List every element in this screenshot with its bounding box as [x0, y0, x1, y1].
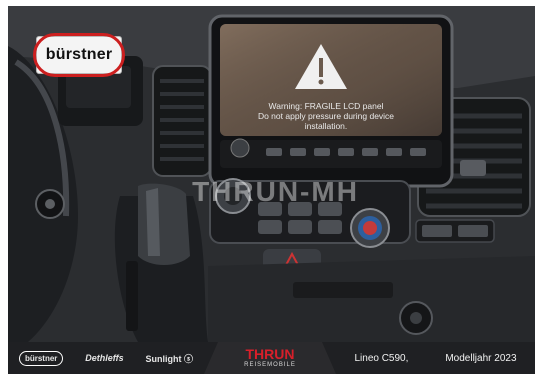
thrun-logo-title: THRUN	[245, 346, 295, 362]
dashboard-photo: bürstner Warning: FRAGILE LCD panel Do n…	[8, 6, 535, 342]
image-frame: bürstner Warning: FRAGILE LCD panel Do n…	[0, 0, 543, 376]
model-info: Lineo C590, Modelljahr 2023	[336, 342, 535, 374]
thrun-logo: THRUN REISEMOBILE	[204, 342, 336, 374]
dealer-footer-bar: bürstner Dethleffs Sunlight ⓢ THRUN REIS…	[8, 342, 535, 374]
watermark: THRUN-MH	[192, 176, 359, 207]
model-year: Modelljahr 2023	[445, 352, 517, 364]
thrun-logo-subtitle: REISEMOBILE	[244, 362, 296, 368]
brand-logos: bürstner Dethleffs Sunlight ⓢ	[8, 342, 204, 374]
burstner-logo: bürstner	[33, 33, 125, 77]
screen-warning-text: Warning: FRAGILE LCD panel Do not apply …	[236, 101, 416, 131]
burstner-mini-logo: bürstner	[18, 350, 64, 366]
dethleffs-logo: Dethleffs	[85, 353, 124, 363]
logo-ring	[33, 33, 125, 77]
sunlight-logo: Sunlight ⓢ	[145, 353, 194, 364]
warning-line-2: Do not apply pressure during device inst…	[257, 111, 395, 131]
warning-line-1: Warning: FRAGILE LCD panel	[268, 101, 384, 111]
model-name: Lineo C590,	[354, 352, 409, 364]
